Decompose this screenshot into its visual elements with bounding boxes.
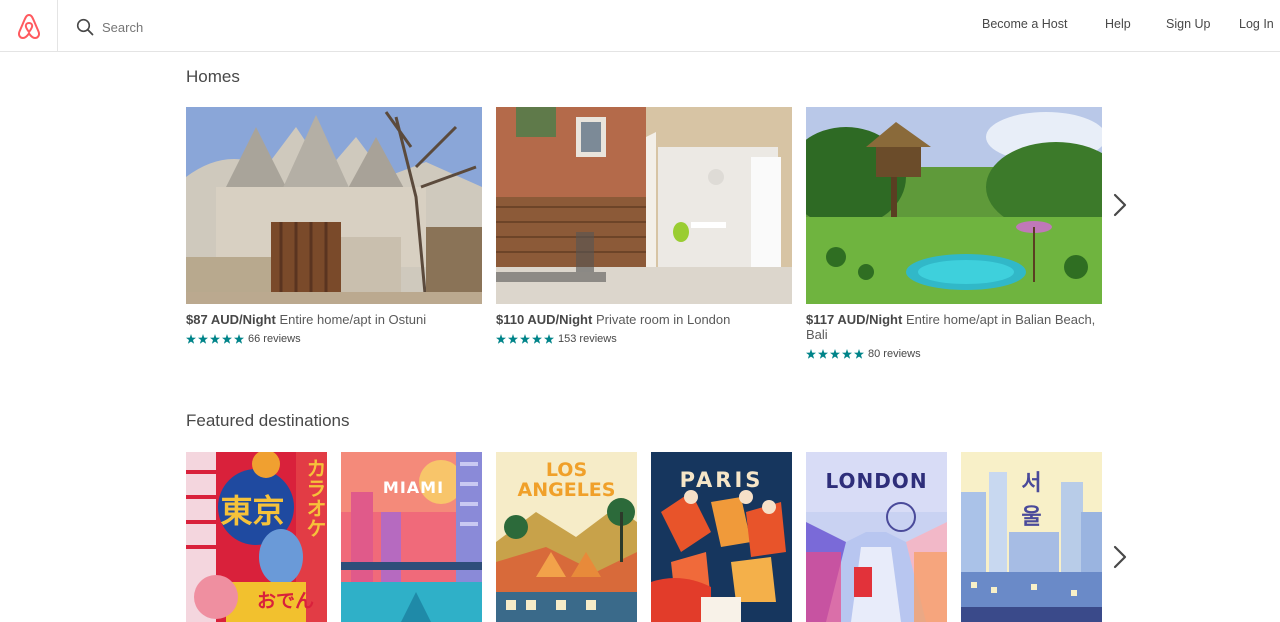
nav-sign-up[interactable]: Sign Up: [1166, 17, 1210, 31]
listing-info: $87 AUD/Night Entire home/apt in Ostuni: [186, 312, 482, 327]
listing-info: $110 AUD/Night Private room in London: [496, 312, 792, 327]
listing-photo[interactable]: [496, 107, 792, 304]
star-icon: [508, 334, 518, 344]
listing-price: $110 AUD/Night: [496, 312, 593, 327]
star-icon: [544, 334, 554, 344]
listing-card[interactable]: $110 AUD/Night Private room in London 15…: [496, 107, 792, 345]
star-icon: [222, 334, 232, 344]
review-count: 66 reviews: [248, 333, 301, 345]
star-icon: [532, 334, 542, 344]
airbnb-logo-icon: [17, 13, 40, 39]
star-icon: [830, 349, 840, 359]
poster-label-la-line2: ANGELES: [517, 479, 616, 501]
review-count: 80 reviews: [868, 348, 921, 360]
listing-rating: 153 reviews: [496, 333, 792, 345]
star-icon: [496, 334, 506, 344]
destination-card-los-angeles[interactable]: LOS ANGELES: [496, 452, 637, 622]
poster-side-text: カラオケ: [303, 458, 327, 538]
listing-photo[interactable]: [806, 107, 1102, 304]
poster-label-miami: MIAMI: [382, 478, 445, 497]
listing-description: Private room in London: [595, 312, 731, 327]
star-icon: [210, 334, 220, 344]
star-icon: [854, 349, 864, 359]
listing-card[interactable]: $87 AUD/Night Entire home/apt in Ostuni …: [186, 107, 482, 345]
top-nav-bar: Search Become a Host Help Sign Up Log In: [0, 0, 1280, 52]
star-icon: [806, 349, 816, 359]
star-icon: [842, 349, 852, 359]
poster-label-seoul-line1: 서: [1021, 471, 1042, 496]
search-input[interactable]: Search: [102, 20, 143, 35]
search-icon: [76, 18, 94, 36]
destination-card-london[interactable]: LONDON: [806, 452, 947, 622]
listing-description: Entire home/apt in Ostuni: [279, 312, 427, 327]
search-bar[interactable]: Search: [76, 15, 376, 39]
poster-label-seoul-line2: 울: [1021, 505, 1042, 530]
star-icon: [198, 334, 208, 344]
poster-bottom-text: おでん: [256, 590, 314, 612]
star-icon: [818, 349, 828, 359]
listing-photo[interactable]: [186, 107, 482, 304]
airbnb-logo-link[interactable]: [0, 0, 58, 51]
nav-log-in[interactable]: Log In: [1239, 17, 1274, 31]
poster-label-paris: PARIS: [679, 468, 764, 492]
destinations-next-chevron-icon[interactable]: [1111, 543, 1129, 571]
star-icon: [520, 334, 530, 344]
destination-card-tokyo[interactable]: 東京 カラオケ おでん: [186, 452, 327, 622]
star-icon: [186, 334, 196, 344]
star-icon: [234, 334, 244, 344]
destination-card-paris[interactable]: PARIS: [651, 452, 792, 622]
listing-rating: 80 reviews: [806, 348, 1102, 360]
review-count: 153 reviews: [558, 333, 617, 345]
listing-card[interactable]: $117 AUD/Night Entire home/apt in Balian…: [806, 107, 1102, 360]
nav-help[interactable]: Help: [1105, 17, 1131, 31]
nav-become-a-host[interactable]: Become a Host: [982, 17, 1067, 31]
destination-card-seoul[interactable]: 서 울: [961, 452, 1102, 622]
destination-card-miami[interactable]: MIAMI: [341, 452, 482, 622]
poster-label-la-line1: LOS: [545, 459, 588, 481]
listing-info: $117 AUD/Night Entire home/apt in Balian…: [806, 312, 1102, 342]
listing-price: $87 AUD/Night: [186, 312, 276, 327]
listing-price: $117 AUD/Night: [806, 312, 903, 327]
destinations-section-title: Featured destinations: [186, 411, 350, 430]
listing-rating: 66 reviews: [186, 333, 482, 345]
homes-next-chevron-icon[interactable]: [1111, 191, 1129, 219]
homes-section-title: Homes: [186, 67, 240, 86]
poster-label-london: LONDON: [825, 469, 928, 493]
